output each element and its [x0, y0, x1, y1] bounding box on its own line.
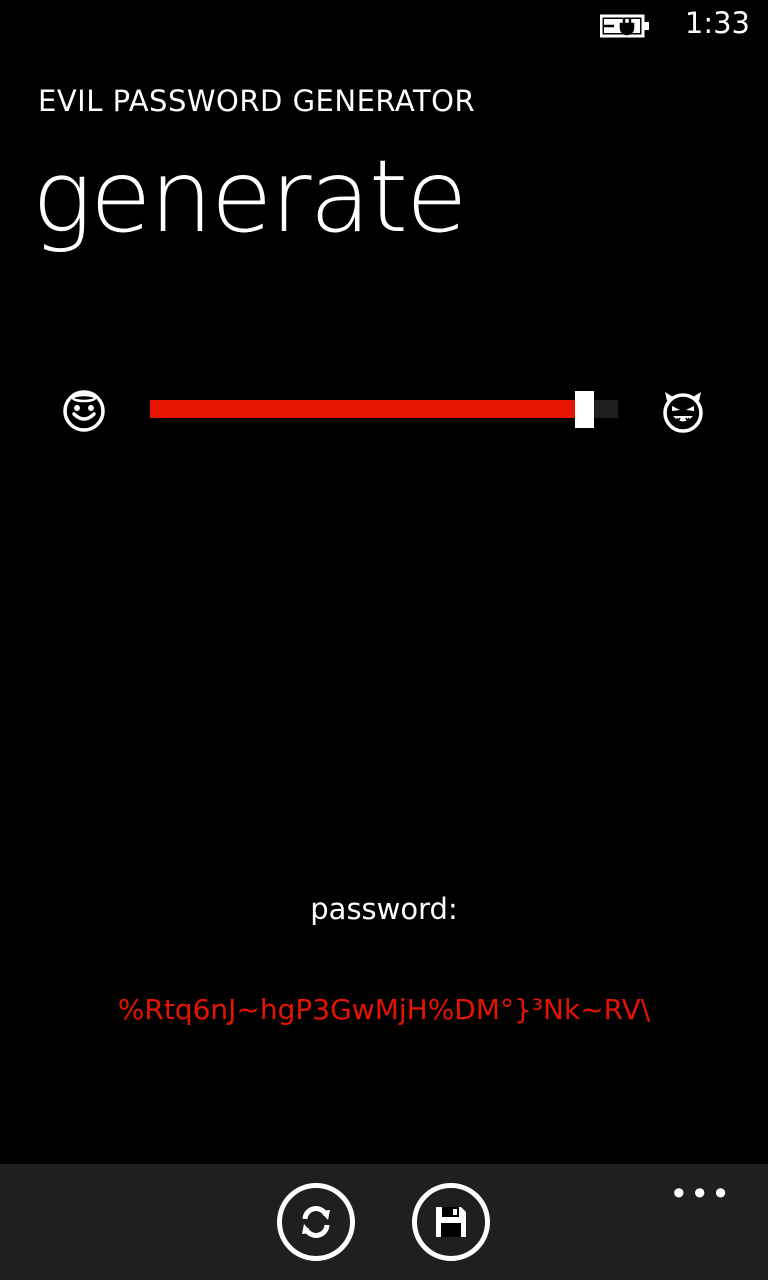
- refresh-button[interactable]: [277, 1183, 355, 1261]
- slider-fill: [150, 400, 585, 418]
- slider-thumb[interactable]: [575, 391, 594, 428]
- evilness-slider-row: [0, 385, 768, 435]
- battery-charging-icon: [600, 14, 649, 38]
- status-bar: 1:33: [0, 0, 768, 52]
- app-title: EVIL PASSWORD GENERATOR: [38, 84, 476, 118]
- angel-face-icon: [63, 390, 105, 432]
- more-button[interactable]: •••: [669, 1178, 732, 1210]
- password-label: password:: [310, 892, 458, 926]
- refresh-icon: [302, 1206, 330, 1238]
- save-icon: [436, 1207, 466, 1237]
- page-title: generate: [32, 138, 468, 255]
- clock: 1:33: [684, 6, 750, 40]
- devil-face-icon: [663, 392, 703, 433]
- evilness-slider[interactable]: [150, 391, 618, 428]
- password-value: %Rtq6nJ~hgP3GwMjH%DM°}³Nk~RV\: [117, 993, 651, 1026]
- app-bar: •••: [0, 1164, 768, 1280]
- save-button[interactable]: [412, 1183, 490, 1261]
